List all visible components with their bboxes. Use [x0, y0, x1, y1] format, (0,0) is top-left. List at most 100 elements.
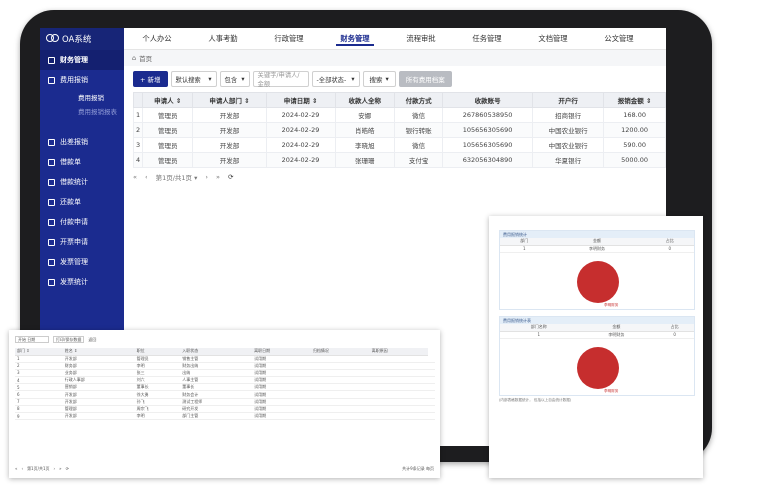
back-button[interactable]: 返回 [88, 337, 96, 343]
table-cell: 支付宝 [394, 152, 444, 168]
sidebar-item-invoice-request[interactable]: 开票申请 [40, 232, 124, 252]
table-cell [310, 362, 370, 370]
sidebar-item-expense[interactable]: 费用报销 [40, 70, 124, 90]
col-header[interactable]: 收款账号 [442, 92, 534, 108]
tab-workflow[interactable]: 流程审批 [388, 28, 454, 50]
table-cell: 微信 [394, 137, 444, 153]
table-cell: 测试工程师 [180, 398, 253, 406]
add-button[interactable]: + 新增 [133, 71, 168, 87]
table-cell: 财务会计 [180, 390, 253, 399]
col-header[interactable]: 报销金额 ⇕ [603, 92, 666, 108]
match-select[interactable]: 包含 ▾ [219, 71, 250, 87]
sidebar-item-label: 还款单 [60, 198, 81, 206]
tab-finance[interactable]: 财务管理 [322, 28, 388, 50]
table-cell: 试用期 [252, 390, 311, 399]
cell: 1 [500, 245, 549, 253]
first-page-button[interactable]: « [15, 466, 17, 472]
sidebar-item-loan-stats[interactable]: 借款统计 [40, 172, 124, 192]
prev-page-button[interactable]: ‹ [21, 466, 23, 472]
tab-official-docs[interactable]: 公文管理 [586, 28, 652, 50]
print-button[interactable]: 打印/保存数据 [53, 336, 85, 343]
table-cell: 研究开发 [180, 405, 253, 414]
sidebar-subitem-expense[interactable]: 费用报销 [40, 90, 124, 104]
table-cell: 5000.00 [603, 152, 666, 168]
col-header: 离职原因 [369, 348, 429, 356]
col-header: 入职状态 [180, 348, 253, 356]
col-header[interactable]: 付款方式 [394, 92, 444, 108]
col-header: 占比 [645, 238, 694, 246]
table-cell: 2024-02-29 [265, 122, 336, 138]
prev-page-button[interactable]: ‹ [145, 173, 148, 181]
table-cell [310, 383, 370, 392]
breadcrumb-home[interactable]: 首页 [139, 53, 152, 63]
sidebar-item-invoice-stats[interactable]: 发票统计 [40, 272, 124, 292]
table-cell: 孙飞 [134, 398, 181, 406]
table-row: 7 开发部 孙飞 测试工程师 试用期 [15, 398, 435, 406]
refresh-icon[interactable]: ⟳ [66, 466, 69, 472]
table-cell: 105656305690 [442, 122, 534, 138]
row-number: 5 [15, 383, 63, 392]
table-row[interactable]: 1 管理员 开发部 2024-02-29 安娜 微信 267860538950 招商银行 168… [132, 107, 666, 123]
col-header: 离职日期 [252, 348, 311, 356]
refresh-icon[interactable]: ⟳ [228, 173, 233, 181]
sidebar-item-payment[interactable]: 付款申请 [40, 212, 124, 232]
col-header[interactable] [132, 92, 144, 108]
tab-hr[interactable]: 人事考勤 [190, 28, 256, 50]
sidebar-item-label: 借款统计 [60, 178, 88, 186]
pie-label: 李明财务 [604, 303, 619, 307]
keyword-input[interactable]: 关键字/申请人/金额 [252, 71, 309, 88]
tab-docs[interactable]: 文档管理 [520, 28, 586, 50]
col-header: 职位 [134, 348, 181, 356]
page-indicator[interactable]: 第1页/共1页 [27, 466, 49, 472]
row-number: 6 [15, 390, 63, 399]
col-header: 部门名称 [500, 324, 578, 332]
table-cell [369, 362, 429, 370]
finance-icon [48, 56, 55, 64]
sidebar-item-invoice-manage[interactable]: 发票管理 [40, 252, 124, 272]
sidebar-item-repayment[interactable]: 还款单 [40, 192, 124, 212]
chevron-down-icon: ▾ [351, 75, 355, 83]
table-cell: 微信 [394, 107, 444, 123]
sidebar-subitem-expense-report[interactable]: 费用报销报表 [40, 104, 124, 118]
all-records-button[interactable]: 所有费用档案 [398, 71, 452, 87]
col-header[interactable]: 申请人 ⇕ [142, 92, 194, 108]
table-cell [428, 362, 435, 370]
table-row: 9 开发部 李明 部门主管 试用期 [15, 412, 435, 421]
tab-tasks[interactable]: 任务管理 [454, 28, 520, 50]
tab-personal[interactable]: 个人办公 [124, 28, 190, 50]
row-number: 7 [15, 398, 63, 406]
next-page-button[interactable]: › [54, 466, 56, 472]
table-row[interactable]: 4 管理员 开发部 2024-02-29 张珊珊 支付宝 632056304890 华夏银行 5… [132, 152, 666, 168]
page-indicator[interactable]: 第1页/共1页 ▾ [156, 172, 198, 182]
table-cell: 李明 [134, 412, 181, 421]
report-pager: « ‹ 第1页/共1页 › » ⟳ [15, 466, 69, 472]
sidebar-item-finance[interactable]: 财务管理 [40, 50, 124, 70]
table-header-row: 部门 ⇕ 姓名 ⇕ 职位 入职状态 离职日期 归档情况 离职原因 [15, 348, 435, 356]
last-page-button[interactable]: » [216, 173, 220, 181]
table-cell [428, 412, 435, 421]
col-header: 部门 [500, 238, 549, 246]
col-header[interactable]: 申请日期 ⇕ [265, 92, 336, 108]
last-page-button[interactable]: » [59, 466, 61, 472]
table-row: 1 开发部 管理员 销售主管 试用期 [15, 355, 435, 363]
table-cell: 管理员 [142, 137, 194, 153]
table-cell: 试用期 [252, 355, 311, 363]
search-mode-select[interactable]: 默认搜索 ▾ [170, 71, 217, 87]
first-page-button[interactable]: « [133, 173, 137, 181]
sidebar-item-travel[interactable]: 出差报销 [40, 132, 124, 152]
col-header[interactable]: 收款人全称 [334, 92, 396, 108]
date-input[interactable]: 开始 日期 [15, 336, 49, 343]
status-select[interactable]: -全部状态- ▾ [311, 71, 360, 87]
table-cell: 4 [132, 152, 144, 168]
table-cell: 招商银行 [532, 107, 605, 123]
tab-admin[interactable]: 行政管理 [256, 28, 322, 50]
table-cell: 试用期 [252, 376, 311, 385]
col-header[interactable]: 申请人部门 ⇕ [192, 92, 267, 108]
table-row[interactable]: 2 管理员 开发部 2024-02-29 肖皓皓 银行转账 105656305690 中国农业… [132, 122, 666, 138]
sidebar-item-loan[interactable]: 借款单 [40, 152, 124, 172]
next-page-button[interactable]: › [205, 173, 208, 181]
col-header[interactable]: 开户行 [532, 92, 605, 108]
table-row[interactable]: 3 管理员 开发部 2024-02-29 李晓旭 微信 105656305690 中国农业银行… [132, 137, 666, 153]
search-button[interactable]: 搜索 ▾ [362, 71, 396, 87]
table-cell [428, 369, 435, 378]
